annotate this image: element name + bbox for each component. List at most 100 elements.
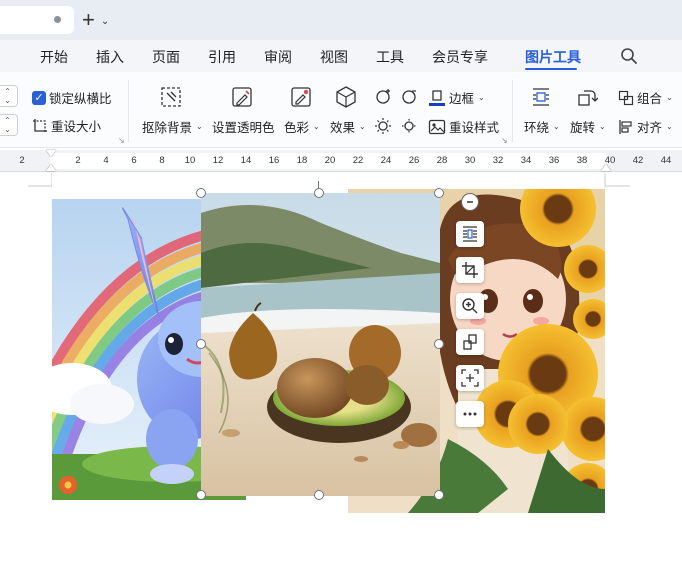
chevron-down-icon: ⌄ [599,122,606,131]
ruler-label: 8 [159,155,165,166]
ruler-label: 38 [576,155,588,166]
extract-text-button[interactable] [456,365,484,391]
border-icon [429,89,445,106]
chevron-down-icon: ⌄ [553,122,560,131]
ruler-label: 42 [632,155,644,166]
remove-bg-button[interactable]: 抠除背景 ⌄ [142,117,203,136]
resize-handle-top-left[interactable] [196,188,206,198]
menu-review[interactable]: 审阅 [264,47,292,67]
resize-handle-top[interactable] [314,188,324,198]
menu-home[interactable]: 开始 [40,47,68,67]
chevron-down-icon: ⌄ [478,93,485,102]
resize-handle-top-right[interactable] [434,188,444,198]
color-icon[interactable] [290,86,312,108]
group-label: 组合 [637,92,663,106]
align-label: 对齐 [637,121,663,135]
chevron-down-icon: ⌄ [196,122,203,131]
wrap-button[interactable]: 环绕 ⌄ [524,117,560,136]
effects-icon[interactable] [335,85,357,109]
resize-handle-bottom-left[interactable] [196,490,206,500]
collapse-toolbar-button[interactable] [461,193,479,211]
chevron-down-icon: ⌄ [666,93,673,102]
crop-button[interactable] [456,257,484,283]
lock-ratio-checkbox[interactable]: ✓ 锁定纵横比 [32,88,112,107]
menu-page[interactable]: 页面 [152,47,180,67]
color-label: 色彩 [284,121,310,135]
avocado-beach-picture[interactable] [201,193,440,496]
rotate-button[interactable]: 旋转 ⌄ [570,117,606,136]
chevron-down-icon: ⌄ [100,15,110,27]
menu-picture-tools[interactable]: 图片工具 [525,47,581,67]
width-spinner[interactable]: ⌃ ⌄ [0,114,18,136]
zoom-in-button[interactable] [456,293,484,319]
effects-label: 效果 [330,121,356,135]
rotate-label: 旋转 [570,121,596,135]
resize-handle-right[interactable] [434,339,444,349]
ruler-label: 28 [436,155,448,166]
remove-bg-icon[interactable] [160,86,182,108]
layout-options-button[interactable] [456,221,484,247]
set-transparent-button[interactable]: 设置透明色 [212,117,275,136]
more-options-button[interactable] [456,401,484,427]
ruler-label: 12 [212,155,224,166]
color-button[interactable]: 色彩 ⌄ [284,117,320,136]
chevron-down-icon: ⌄ [666,122,673,131]
search-icon[interactable] [620,47,638,65]
document-tab[interactable] [0,6,74,34]
rotate-icon[interactable] [576,86,598,108]
remove-bg-label: 抠除背景 [142,121,193,135]
reset-style-button[interactable]: 重设样式 [428,117,499,136]
wrap-icon[interactable] [530,86,552,108]
margin-corner-mark [28,173,52,187]
lock-ratio-label: 锁定纵横比 [49,92,112,106]
resize-handle-bottom-right[interactable] [434,490,444,500]
reset-size-icon [33,118,47,133]
align-left-icon [619,119,632,134]
reset-style-label: 重设样式 [449,121,500,135]
new-tab-button[interactable]: + ⌄ [82,8,122,32]
brightness-up-icon[interactable] [374,87,392,105]
first-line-indent-marker[interactable] [46,150,56,157]
height-spinner[interactable]: ⌃ ⌄ [0,85,18,107]
dialog-launcher-icon[interactable]: ↘ [501,136,508,145]
contrast-up-icon[interactable] [374,117,392,135]
border-button[interactable]: 边框 ⌄ [428,88,485,107]
wrap-text-icon [463,226,477,242]
brightness-down-icon[interactable] [400,87,418,105]
dialog-launcher-icon[interactable]: ↘ [118,136,125,145]
picture-tools-ribbon: ⌃ ⌄ ⌃ ⌄ ✓ 锁定纵横比 重设大小 ↘ 抠除背景 ⌄ 设置透明色 色彩 ⌄ 效果 ⌄ [0,72,682,148]
effects-button[interactable]: 效果 ⌄ [330,117,366,136]
ribbon-separator [128,80,129,142]
horizontal-ruler[interactable]: 2 2 4 6 8 10 12 14 16 18 20 22 24 26 28 … [0,150,682,172]
group-button[interactable]: 组合 ⌄ [618,88,673,107]
plus-icon: + [82,7,95,32]
menu-references[interactable]: 引用 [208,47,236,67]
ruler-label: 2 [19,155,25,166]
reset-size-button[interactable]: 重设大小 [32,116,101,135]
rotate-handle-stem [318,181,319,189]
ruler-label: 4 [103,155,109,166]
zoom-in-icon [462,298,478,314]
left-indent-marker[interactable] [46,164,56,171]
menu-tools[interactable]: 工具 [376,47,404,67]
contrast-down-icon[interactable] [400,117,418,135]
resize-handle-bottom[interactable] [314,490,324,500]
ruler-label: 24 [380,155,392,166]
set-transparent-icon[interactable] [231,86,253,108]
replace-icon [463,334,477,350]
menu-view[interactable]: 视图 [320,47,348,67]
ruler-label: 36 [548,155,560,166]
resize-handle-left[interactable] [196,339,206,349]
crop-icon [462,262,478,278]
ruler-label: 16 [268,155,280,166]
menu-insert[interactable]: 插入 [96,47,124,67]
ruler-label: 20 [324,155,336,166]
replace-picture-button[interactable] [456,329,484,355]
right-indent-marker[interactable] [601,164,611,171]
ruler-label: 44 [660,155,672,166]
ruler-label: 2 [75,155,81,166]
align-button[interactable]: 对齐 ⌄ [618,117,673,136]
menu-member[interactable]: 会员专享 [432,47,488,67]
tab-strip: + ⌄ [0,0,682,40]
checkmark-icon: ✓ [32,90,46,105]
